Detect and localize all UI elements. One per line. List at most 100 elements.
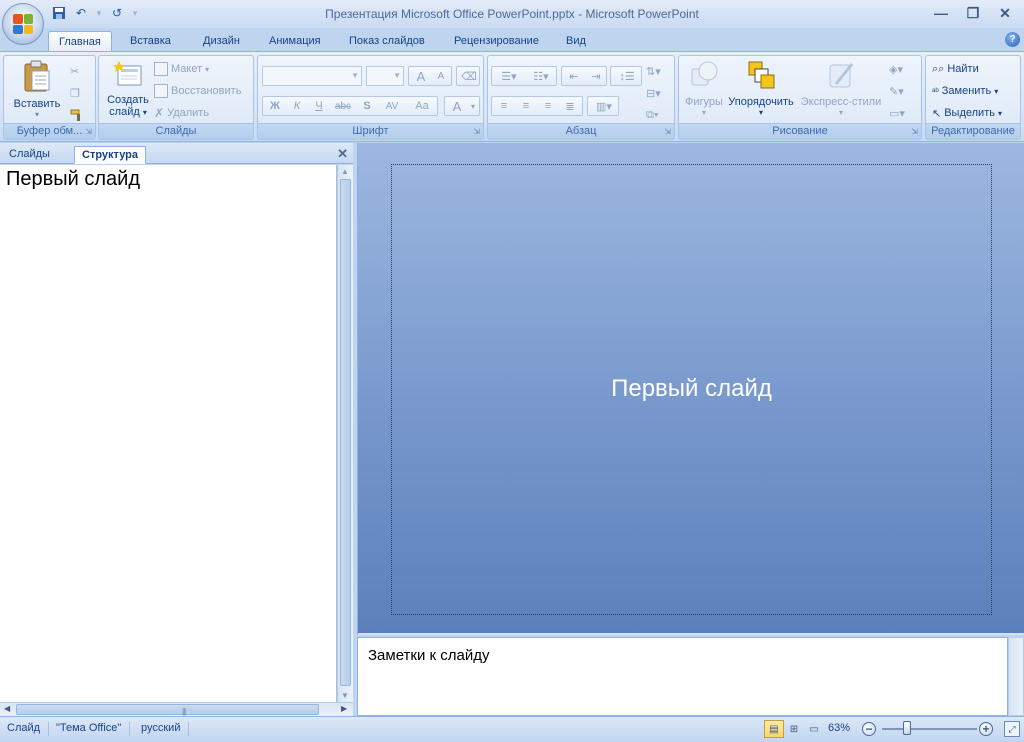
line-spacing-button[interactable]: ↕☰ [610,66,642,86]
fit-slide-icon[interactable]: ⤢ [1004,721,1020,737]
format-painter-icon[interactable] [70,106,84,124]
underline-button[interactable]: Ч [309,97,329,115]
align-center-icon[interactable]: ≡ [516,97,536,115]
notes-scrollbar[interactable] [1008,637,1024,716]
close-button[interactable]: ✕ [992,3,1018,23]
font-size-input[interactable]: ▼ [366,66,404,86]
font-color-button[interactable]: A ▾ [444,96,480,116]
bold-button[interactable]: Ж [265,97,285,115]
new-slide-button[interactable]: Создать слайд ▾ [103,60,153,118]
tab-slideshow[interactable]: Показ слайдов [339,31,435,52]
scroll-up-icon[interactable]: ▲ [341,167,349,176]
paragraph-launcher-icon[interactable]: ⇲ [664,127,671,136]
arrange-button[interactable]: Упорядочить ▾ [727,60,795,117]
slide-sorter-view-icon[interactable]: ⊞ [784,720,804,738]
change-case-button[interactable]: Aa [409,97,435,115]
zoom-level[interactable]: 63% [828,722,850,734]
close-pane-icon[interactable]: ✕ [337,146,348,162]
status-theme[interactable]: "Тема Office" [56,722,131,736]
replace-button[interactable]: ᵃᵇ Заменить ▾ [932,82,998,100]
minimize-button[interactable]: — [928,3,954,23]
slideshow-view-icon[interactable]: ▭ [804,720,824,738]
tab-design[interactable]: Дизайн [193,31,250,52]
redo-icon[interactable]: ↺ [108,4,126,22]
align-text-icon[interactable]: ⊟▾ [646,84,661,102]
smartart-icon[interactable]: ⧉▾ [646,106,658,124]
align-right-icon[interactable]: ≡ [538,97,558,115]
office-button[interactable] [2,3,44,45]
increase-indent-icon[interactable]: ⇥ [586,67,606,85]
quick-styles-button[interactable]: Экспресс-стили ▾ [797,60,885,117]
hscroll-thumb[interactable]: ||| [16,704,319,716]
outline-view[interactable]: Первый слайд [0,165,337,702]
status-language[interactable]: русский [141,722,190,736]
notes-pane[interactable]: Заметки к слайду [357,637,1008,716]
notes-placeholder[interactable]: Заметки к слайду [368,647,490,664]
paste-button[interactable]: Вставить ▾ [10,60,64,119]
customize-qat-icon[interactable]: ▾ [130,4,140,22]
shadow-button[interactable]: S [357,97,377,115]
shape-fill-icon[interactable]: ◈▾ [889,60,903,78]
outline-vertical-scrollbar[interactable]: ▲ ▼ [337,165,353,702]
scroll-thumb[interactable] [340,179,351,686]
bullets-icon[interactable]: ☰▾ [494,67,524,85]
tab-review[interactable]: Рецензирование [444,31,549,52]
align-left-icon[interactable]: ≡ [494,97,514,115]
delete-slide-button[interactable]: ✗ Удалить [154,104,209,122]
clipboard-launcher-icon[interactable]: ⇲ [85,127,92,136]
font-name-input[interactable]: ▼ [262,66,362,86]
select-button[interactable]: ↖ Выделить ▾ [932,104,1002,122]
tab-slides[interactable]: Слайды [2,146,57,164]
shape-effects-icon[interactable]: ▭▾ [889,104,905,122]
undo-dropdown-icon[interactable]: ▾ [94,4,104,22]
tab-home[interactable]: Главная [48,31,112,52]
layout-button[interactable]: Макет ▾ [154,60,209,78]
zoom-out-icon[interactable]: − [862,722,876,736]
restore-button[interactable]: ❐ [960,3,986,23]
drawing-group-label: Рисование [679,123,921,139]
normal-view-icon[interactable]: ▤ [764,720,784,738]
drawing-launcher-icon[interactable]: ⇲ [911,127,918,136]
scroll-right-icon[interactable]: ▶ [341,704,347,713]
editing-group-label: Редактирование [926,123,1020,139]
slide-canvas[interactable]: Первый слайд [358,143,1024,633]
shapes-button[interactable]: Фигуры ▾ [681,60,727,117]
tab-view[interactable]: Вид [556,31,596,52]
clear-formatting-button[interactable]: ⌫ [456,66,480,86]
character-spacing-button[interactable]: AV [379,97,405,115]
reset-button[interactable]: Восстановить [154,82,241,100]
shrink-font-button[interactable]: A [431,67,451,85]
font-size-dropdown-icon: ▼ [393,71,401,80]
zoom-in-icon[interactable]: + [979,722,993,736]
grow-font-button[interactable]: A [411,67,431,85]
outline-item[interactable]: Первый слайд [6,168,140,191]
justify-icon[interactable]: ≣ [560,97,580,115]
scroll-down-icon[interactable]: ▼ [341,691,349,700]
strikethrough-button[interactable]: abc [331,97,355,115]
numbering-icon[interactable]: ☷▾ [526,67,556,85]
zoom-slider-thumb[interactable] [903,721,911,735]
shape-outline-icon[interactable]: ✎▾ [889,82,904,100]
decrease-indent-icon[interactable]: ⇤ [564,67,584,85]
ribbon: Вставить ▾ ✂ ❐ Буфер обм... ⇲ Создать сл… [0,51,1024,142]
italic-button[interactable]: К [287,97,307,115]
tab-animation[interactable]: Анимация [259,31,331,52]
save-icon[interactable] [50,4,68,22]
text-direction-icon[interactable]: ⇅▾ [646,62,661,80]
tab-insert[interactable]: Вставка [120,31,181,52]
help-icon[interactable]: ? [1005,32,1020,47]
copy-icon[interactable]: ❐ [70,84,80,102]
window-title: Презентация Microsoft Office PowerPoint.… [325,7,699,21]
zoom-slider-track[interactable] [882,728,977,730]
font-launcher-icon[interactable]: ⇲ [473,127,480,136]
tab-outline[interactable]: Структура [74,146,146,164]
undo-icon[interactable]: ↶ [72,4,90,22]
find-button[interactable]: ⌕⌕ Найти [932,60,979,78]
editing-group: ⌕⌕ Найти ᵃᵇ Заменить ▾ ↖ Выделить ▾ Редакт… [925,55,1021,140]
cut-icon[interactable]: ✂ [70,62,79,80]
outline-horizontal-scrollbar[interactable]: ◀ ||| ▶ [0,702,353,716]
scroll-left-icon[interactable]: ◀ [4,704,10,713]
slide-editor: Первый слайд [357,143,1024,635]
slide-title[interactable]: Первый слайд [358,375,1024,403]
columns-button[interactable]: ▥▾ [587,96,619,116]
